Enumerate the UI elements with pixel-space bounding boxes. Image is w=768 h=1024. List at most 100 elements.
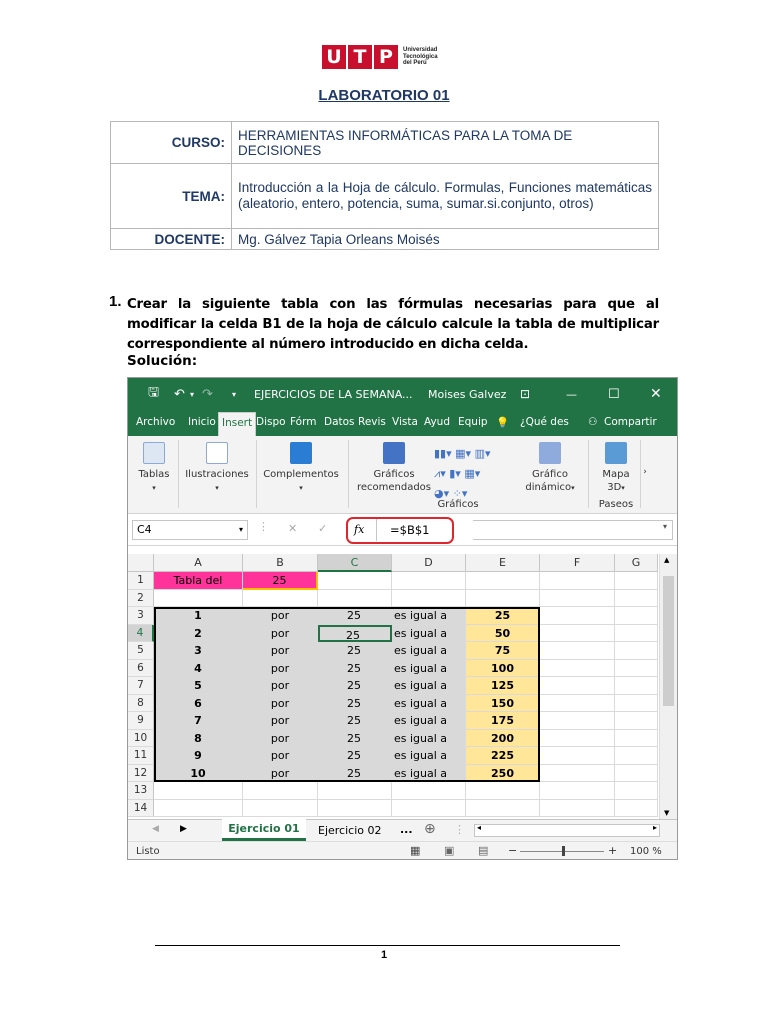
scroll-down-icon[interactable]: ▼ [664,809,669,817]
cell-g5[interactable] [615,642,658,660]
addins-button[interactable]: Complementos ▾ [260,442,342,495]
quick-access-menu-icon[interactable]: ▾ [232,390,236,399]
cell-d12[interactable]: es igual a [392,764,466,782]
cell-f8[interactable] [540,694,615,712]
cell-a1[interactable]: Tabla del [154,572,243,590]
row-header[interactable]: 14 [128,799,154,817]
horizontal-scrollbar[interactable]: ◂ ▸ [474,823,660,837]
zoom-slider-thumb[interactable] [562,846,565,856]
cell-c3[interactable]: 25 [318,607,392,625]
3d-map-button[interactable]: Mapa 3D▾ [594,442,638,495]
cell-c6[interactable]: 25 [318,659,392,677]
cell-e9[interactable]: 175 [466,712,540,730]
ribbon-display-icon[interactable]: ⊡ [520,387,530,401]
cell-f12[interactable] [540,764,615,782]
row-header[interactable]: 13 [128,782,154,800]
cell-f10[interactable] [540,729,615,747]
cell-e8[interactable]: 150 [466,694,540,712]
cell-d14[interactable] [392,799,466,817]
cell-b11[interactable]: por [243,747,318,765]
column-header-d[interactable]: D [392,554,466,572]
combo-chart-icon[interactable]: ▦▾ [464,467,480,480]
prev-sheet-icon[interactable]: ◀ [152,824,159,834]
cell-e3[interactable]: 25 [466,607,540,625]
cell-c7[interactable]: 25 [318,677,392,695]
tell-me-input[interactable]: ¿Qué des [520,416,569,428]
cell-c5[interactable]: 25 [318,642,392,660]
select-all-corner[interactable] [128,554,154,572]
pivot-chart-button[interactable]: Gráfico dinámico▾ [520,442,580,495]
column-header-e[interactable]: E [466,554,540,572]
cell-b14[interactable] [243,799,318,817]
chart-type-gallery[interactable]: ▮▮▾ ▦▾ ▥▾ ⩘▾ ▮▾ ▦▾ ◕▾ ⁘▾ [434,444,514,504]
cell-f13[interactable] [540,782,615,800]
cell-c4[interactable]: 25 [318,624,392,642]
row-header[interactable]: 8 [128,694,154,712]
cell-g11[interactable] [615,747,658,765]
cell-f11[interactable] [540,747,615,765]
ribbon-scroll-right-icon[interactable]: › [640,466,650,479]
scroll-thumb[interactable] [663,576,674,706]
cell-b13[interactable] [243,782,318,800]
cell-b9[interactable]: por [243,712,318,730]
cell-a8[interactable]: 6 [154,694,243,712]
person-icon[interactable]: ⚇ [588,416,597,428]
cell-c9[interactable]: 25 [318,712,392,730]
tab-insertar[interactable]: Insert [218,412,257,436]
cell-f4[interactable] [540,624,615,642]
name-box-dropdown-icon[interactable]: ▾ [239,521,243,539]
cell-g6[interactable] [615,659,658,677]
tables-button[interactable]: Tablas ▾ [134,442,174,495]
cell-g13[interactable] [615,782,658,800]
cell-d8[interactable]: es igual a [392,694,466,712]
cell-e1[interactable] [466,572,540,590]
cell-a4[interactable]: 2 [154,624,243,642]
cell-b6[interactable]: por [243,659,318,677]
row-header[interactable]: 4 [128,624,154,642]
minimize-icon[interactable]: — [566,388,577,401]
cell-e7[interactable]: 125 [466,677,540,695]
cell-c2[interactable] [318,589,392,607]
tab-disposicion[interactable]: Dispo [256,416,286,428]
cell-f14[interactable] [540,799,615,817]
cell-a9[interactable]: 7 [154,712,243,730]
cell-g1[interactable] [615,572,658,590]
column-chart-icon[interactable]: ▮▮▾ [434,447,452,460]
cell-b5[interactable]: por [243,642,318,660]
cell-c10[interactable]: 25 [318,729,392,747]
waterfall-chart-icon[interactable]: ▥▾ [475,447,491,460]
cell-e12[interactable]: 250 [466,764,540,782]
tab-ayuda[interactable]: Ayud [424,416,450,428]
cell-g12[interactable] [615,764,658,782]
vertical-scrollbar[interactable]: ▲ ▼ [659,554,677,819]
row-header[interactable]: 9 [128,712,154,730]
cell-b7[interactable]: por [243,677,318,695]
cell-a2[interactable] [154,589,243,607]
cell-f6[interactable] [540,659,615,677]
cell-d3[interactable]: es igual a [392,607,466,625]
confirm-entry-icon[interactable]: ✓ [318,522,327,535]
scroll-right-icon[interactable]: ▸ [653,823,657,832]
zoom-in-icon[interactable]: + [608,844,617,857]
formula-bar-options-icon[interactable]: ⋮ [258,520,269,533]
tab-split-icon[interactable]: ⋮ [454,823,465,836]
scroll-up-icon[interactable]: ▲ [664,556,669,564]
scroll-left-icon[interactable]: ◂ [477,823,481,832]
cell-g10[interactable] [615,729,658,747]
row-header[interactable]: 7 [128,677,154,695]
cell-c14[interactable] [318,799,392,817]
cell-c13[interactable] [318,782,392,800]
hierarchy-chart-icon[interactable]: ▦▾ [455,447,471,460]
cell-d1[interactable] [392,572,466,590]
cell-b10[interactable]: por [243,729,318,747]
tab-revisar[interactable]: Revis [358,416,386,428]
cell-a14[interactable] [154,799,243,817]
row-header[interactable]: 3 [128,607,154,625]
cell-d4[interactable]: es igual a [392,624,466,642]
column-header-c[interactable]: C [318,554,392,572]
cell-g4[interactable] [615,624,658,642]
cell-g3[interactable] [615,607,658,625]
cell-b2[interactable] [243,589,318,607]
lightbulb-icon[interactable]: 💡 [496,416,509,429]
tab-inicio[interactable]: Inicio [188,416,216,428]
